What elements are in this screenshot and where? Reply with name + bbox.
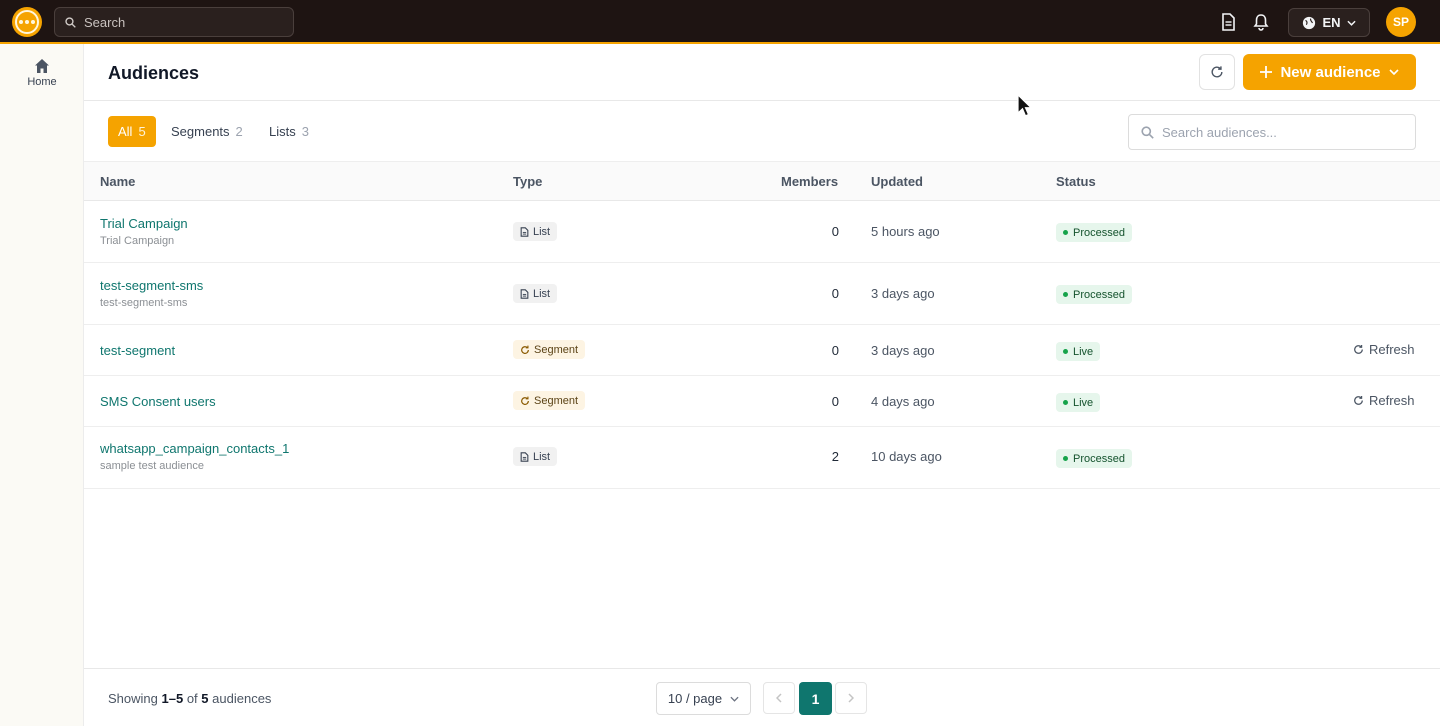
table-row[interactable]: test-segment Segment 0 3 days ago Live R… — [84, 325, 1440, 376]
audience-description: Trial Campaign — [100, 235, 175, 247]
page-1-button[interactable]: 1 — [799, 682, 832, 715]
tab-lists[interactable]: Lists 3 — [259, 116, 319, 147]
tab-segments[interactable]: Segments 2 — [161, 116, 253, 147]
audience-description: test-segment-sms — [100, 297, 188, 309]
type-badge: List — [513, 222, 558, 241]
chevron-down-icon — [1346, 20, 1356, 26]
file-icon — [520, 288, 529, 299]
audience-search-input[interactable] — [1162, 124, 1402, 140]
home-icon — [35, 59, 49, 73]
status-badge: Processed — [1056, 285, 1132, 304]
search-icon — [1141, 125, 1154, 139]
chevron-down-icon — [1388, 69, 1399, 75]
members-count: 0 — [831, 394, 839, 409]
type-badge: Segment — [513, 391, 586, 410]
audience-name-link[interactable]: test-segment — [100, 343, 175, 358]
column-updated[interactable]: Updated — [871, 174, 923, 189]
updated-time: 3 days ago — [871, 343, 935, 358]
page-title: Audiences — [108, 63, 200, 83]
updated-time: 10 days ago — [871, 449, 942, 464]
type-badge: Segment — [513, 340, 586, 359]
members-count: 0 — [831, 343, 839, 358]
new-audience-label: New audience — [1280, 63, 1381, 81]
language-selector[interactable]: EN — [1288, 8, 1370, 37]
audience-name-link[interactable]: SMS Consent users — [100, 394, 216, 409]
type-badge: List — [513, 447, 558, 466]
status-dot — [1063, 230, 1068, 235]
column-type[interactable]: Type — [513, 174, 542, 189]
audience-name-link[interactable]: test-segment-sms — [100, 278, 203, 293]
plus-icon — [1260, 66, 1273, 78]
audience-search[interactable] — [1128, 114, 1416, 150]
sidebar: Home — [0, 44, 84, 726]
table-row[interactable]: SMS Consent users Segment 0 4 days ago L… — [84, 376, 1440, 427]
sync-icon — [521, 396, 529, 405]
updated-time: 5 hours ago — [871, 224, 940, 239]
refresh-button[interactable] — [1199, 54, 1235, 90]
table-header: Name Type Members Updated Status — [84, 162, 1440, 201]
column-members[interactable]: Members — [781, 174, 838, 189]
status-dot — [1063, 400, 1068, 405]
user-avatar[interactable]: SP — [1386, 7, 1416, 37]
new-audience-button[interactable]: New audience — [1243, 54, 1416, 90]
refresh-icon — [1211, 66, 1223, 78]
mouse-cursor-icon — [1017, 94, 1033, 117]
status-badge: Processed — [1056, 449, 1132, 468]
audience-description: sample test audience — [100, 460, 204, 472]
members-count: 0 — [831, 286, 839, 301]
table-footer: Showing 1–5 of 5 audiences 10 / page 1 — [84, 668, 1440, 726]
chevron-right-icon — [848, 693, 854, 703]
page-header: Audiences New audience — [84, 44, 1440, 101]
audience-name-link[interactable]: Trial Campaign — [100, 216, 188, 231]
refresh-icon — [1354, 396, 1363, 405]
prev-page-button[interactable] — [763, 682, 795, 714]
sidebar-item-label: Home — [27, 76, 57, 88]
members-count: 0 — [831, 224, 839, 239]
file-icon — [520, 226, 529, 237]
sync-icon — [521, 345, 529, 354]
column-name[interactable]: Name — [100, 174, 135, 189]
logo-mark — [15, 10, 39, 34]
globe-icon — [1303, 16, 1316, 29]
language-label: EN — [1322, 15, 1341, 30]
document-icon[interactable] — [1217, 11, 1239, 33]
status-badge: Processed — [1056, 223, 1132, 242]
column-status[interactable]: Status — [1056, 174, 1096, 189]
audience-name-link[interactable]: whatsapp_campaign_contacts_1 — [100, 441, 289, 456]
updated-time: 4 days ago — [871, 394, 935, 409]
filter-bar: All 5 Segments 2 Lists 3 — [84, 101, 1440, 162]
chevron-down-icon — [730, 696, 739, 702]
tab-all[interactable]: All 5 — [108, 116, 156, 147]
updated-time: 3 days ago — [871, 286, 935, 301]
file-icon — [520, 451, 529, 462]
row-refresh-button[interactable]: Refresh — [1353, 393, 1415, 408]
chevron-left-icon — [776, 693, 782, 703]
app-logo[interactable] — [12, 7, 42, 37]
page-size-select[interactable]: 10 / page — [656, 682, 751, 715]
next-page-button[interactable] — [835, 682, 867, 714]
bell-icon[interactable] — [1250, 11, 1272, 33]
global-search-input[interactable] — [84, 14, 274, 30]
row-refresh-button[interactable]: Refresh — [1353, 342, 1415, 357]
type-badge: List — [513, 284, 558, 303]
status-dot — [1063, 456, 1068, 461]
members-count: 2 — [831, 449, 839, 464]
top-bar: EN SP — [0, 0, 1440, 44]
table-row[interactable]: whatsapp_campaign_contacts_1 sample test… — [84, 427, 1440, 489]
search-icon — [65, 16, 76, 28]
showing-summary: Showing 1–5 of 5 audiences — [108, 691, 272, 706]
global-search[interactable] — [54, 7, 294, 37]
status-dot — [1063, 349, 1068, 354]
table-row[interactable]: test-segment-sms test-segment-sms List 0… — [84, 263, 1440, 325]
table-row[interactable]: Trial Campaign Trial Campaign List 0 5 h… — [84, 201, 1440, 263]
status-badge: Live — [1056, 393, 1101, 412]
status-badge: Live — [1056, 342, 1101, 361]
sidebar-item-home[interactable]: Home — [0, 58, 84, 88]
main-content: Audiences New audience All 5 Segments 2 … — [84, 44, 1440, 726]
status-dot — [1063, 292, 1068, 297]
refresh-icon — [1354, 345, 1363, 354]
